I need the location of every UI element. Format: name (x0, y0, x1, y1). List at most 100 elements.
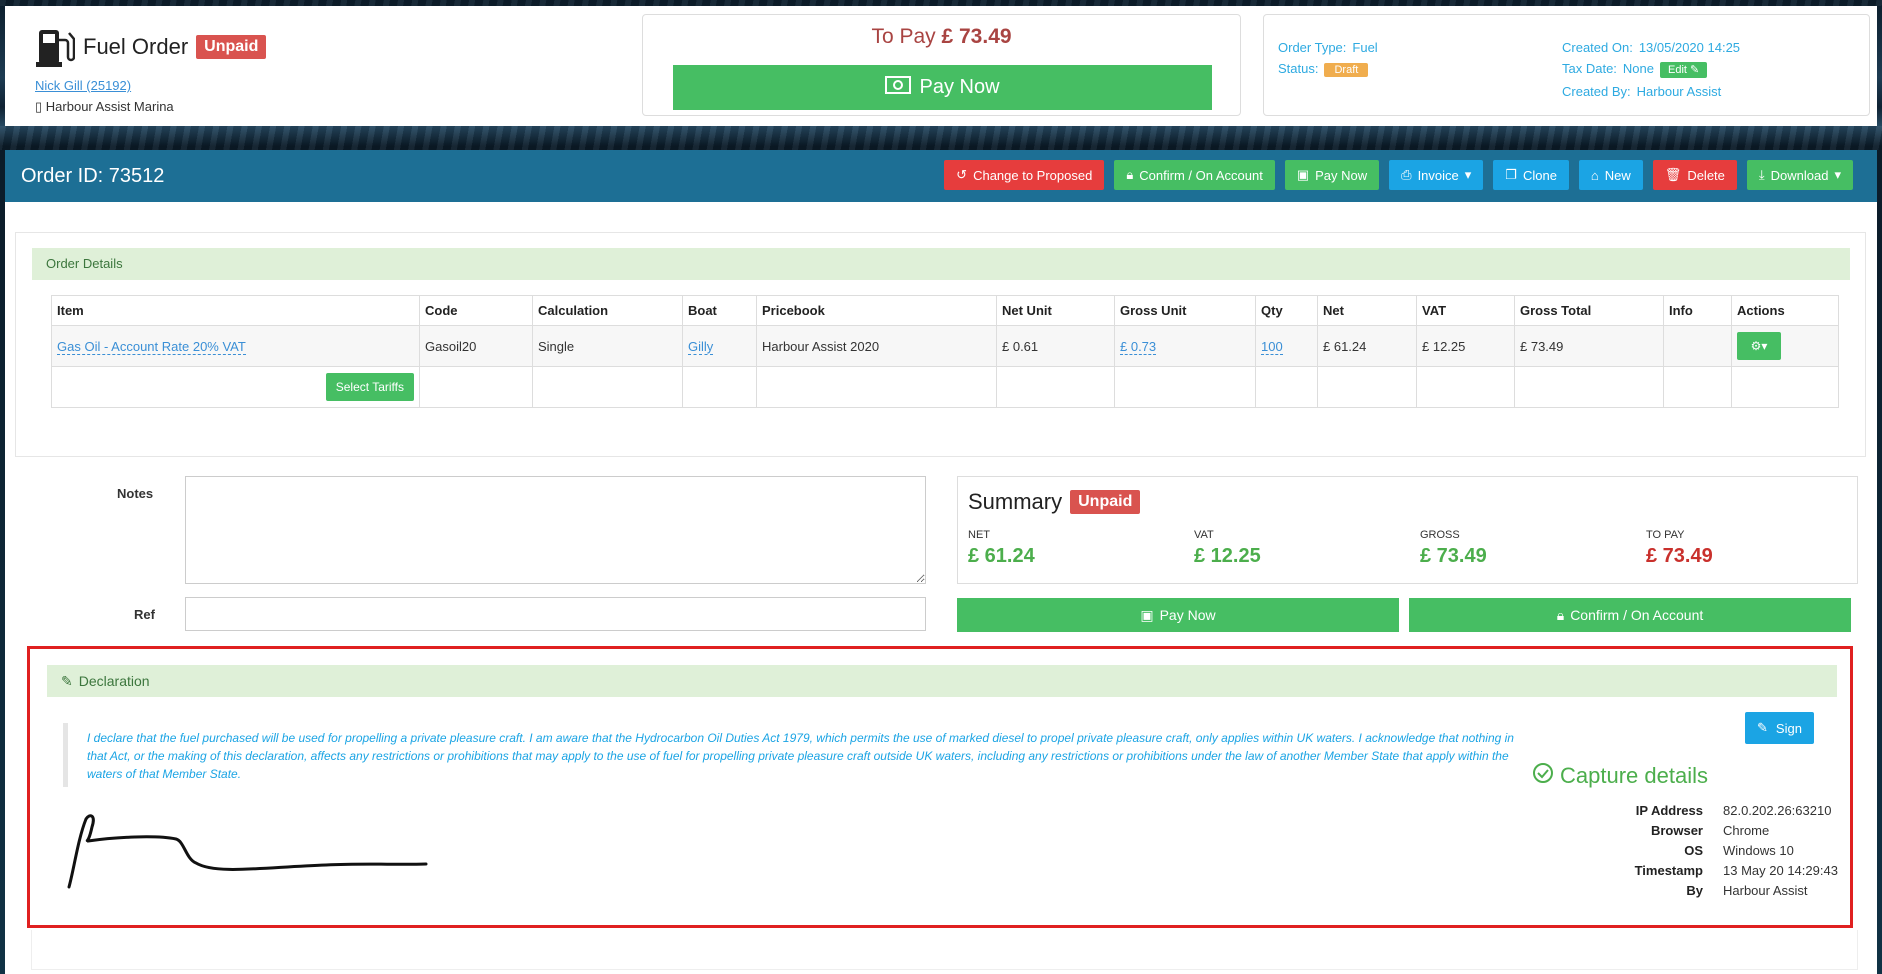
select-tariffs-button[interactable]: Select Tariffs (325, 373, 414, 401)
capture-key: Browser (1650, 823, 1703, 838)
pay-box: To Pay £ 73.49 Pay Now (642, 14, 1241, 116)
download-dropdown-button[interactable]: ⤓ Download ▾ (1746, 160, 1853, 190)
gross-value: £ 73.49 (1420, 545, 1487, 567)
toolbar-pay-now-button[interactable]: ▣ Pay Now (1284, 160, 1380, 190)
copy-icon: ❐ (1505, 167, 1517, 182)
edit-tax-date-button[interactable]: Edit ✎ (1660, 62, 1708, 78)
col-calculation: Calculation (532, 295, 683, 326)
cell-select-tariffs: Select Tariffs (51, 366, 420, 408)
building-icon: ▯ (35, 99, 43, 114)
order-details-panel: Order Details Item Code Calculation Boat… (15, 232, 1866, 457)
pay-now-button[interactable]: Pay Now (673, 65, 1212, 110)
summary-gross: GROSS £ 73.49 (1420, 529, 1487, 568)
lock-icon: 🔒︎ (1126, 167, 1134, 182)
capture-details-list: IP Address 82.0.202.26:63210 Browser Chrom… (1590, 801, 1843, 901)
order-lines-table: Item Code Calculation Boat Pricebook Net… (51, 295, 1839, 408)
declaration-panel: ✎ Declaration I declare that the fuel pu… (27, 646, 1853, 928)
clone-label: Clone (1522, 167, 1557, 183)
pay-label: Pay Now (1315, 167, 1368, 183)
change-to-proposed-button[interactable]: ↺ Change to Proposed (944, 160, 1105, 190)
col-net-unit: Net Unit (996, 295, 1115, 326)
order-info-box: Order Type: Fuel Status: Draft Created On:… (1263, 14, 1870, 116)
vat-label: VAT (1194, 529, 1214, 541)
tax-date-value: None (1622, 61, 1654, 76)
col-gross-unit: Gross Unit (1114, 295, 1256, 326)
location: ▯ Harbour Assist Marina (35, 99, 266, 115)
cell-net-unit: £ 0.61 (996, 325, 1115, 367)
delete-button[interactable]: 🗑︎ Delete (1652, 160, 1737, 190)
notes-textarea[interactable] (185, 476, 926, 584)
net-value: £ 61.24 (968, 545, 1035, 567)
capture-row: Timestamp 13 May 20 14:29:43 (1590, 861, 1843, 881)
cash-icon (885, 75, 912, 100)
item-link[interactable]: Gas Oil - Account Rate 20% VAT (57, 338, 246, 355)
summary-status-badge: Unpaid (1070, 490, 1141, 514)
capture-key: OS (1684, 843, 1703, 858)
sign-label: Sign (1775, 720, 1802, 736)
confirm-on-account-button[interactable]: 🔒︎ Confirm / On Account (1114, 160, 1275, 190)
change-label: Change to Proposed (973, 167, 1093, 183)
edit-icon: ✎ (1690, 64, 1700, 76)
order-details-heading: Order Details (32, 248, 1850, 280)
order-type-label: Order Type: (1278, 40, 1347, 55)
summary-net: NET £ 61.24 (968, 529, 1035, 568)
declaration-text: I declare that the fuel purchased will b… (63, 723, 1523, 787)
notes-label: Notes (117, 486, 154, 501)
main-content: Order Details Item Code Calculation Boat… (5, 202, 1877, 974)
caret-down-icon: ▾ (1464, 167, 1472, 182)
new-button[interactable]: ⌂ New (1578, 160, 1643, 190)
col-vat: VAT (1416, 295, 1515, 326)
qty-editable[interactable]: 100 (1261, 338, 1283, 355)
summary-confirm-label: Confirm / On Account (1570, 607, 1704, 623)
invoice-dropdown-button[interactable]: ⎙ Invoice ▾ (1389, 160, 1484, 190)
cell-boat: Gilly (682, 325, 757, 367)
clone-button[interactable]: ❐ Clone (1493, 160, 1569, 190)
cell-pricebook: Harbour Assist 2020 (756, 325, 997, 367)
status-label: Status: (1278, 61, 1319, 76)
bottom-panel (31, 930, 1858, 970)
capture-title: Capture details (1560, 763, 1708, 788)
capture-key: By (1686, 883, 1703, 898)
print-icon: ⎙ (1401, 167, 1412, 182)
download-icon: ⤓ (1758, 167, 1765, 182)
summary-vat: VAT £ 12.25 (1194, 529, 1261, 568)
row-actions-button[interactable]: ⚙▾ (1737, 332, 1781, 360)
capture-value: Chrome (1723, 823, 1770, 838)
page-title: Fuel Order (83, 34, 189, 59)
customer-link[interactable]: Nick Gill (25192) (35, 78, 266, 93)
cell-net: £ 61.24 (1317, 325, 1417, 367)
cell-calculation: Single (532, 325, 683, 367)
table-header-row: Item Code Calculation Boat Pricebook Net… (51, 295, 1839, 326)
to-pay-summary-label: TO PAY (1646, 529, 1685, 541)
order-toolbar: Order ID: 73512 ↺ Change to Proposed 🔒︎ Co… (5, 150, 1877, 202)
col-boat: Boat (682, 295, 757, 326)
table-row: Gas Oil - Account Rate 20% VAT Gasoil20 … (51, 325, 1839, 367)
new-label: New (1604, 167, 1631, 183)
order-brand: Fuel Order Unpaid Nick Gill (25192) ▯ Ha… (35, 26, 267, 115)
summary-pay-now-button[interactable]: ▣ Pay Now (957, 598, 1399, 632)
ref-input[interactable] (185, 597, 926, 631)
caret-down-icon: ▾ (1834, 167, 1841, 182)
to-pay-summary-value: £ 73.49 (1646, 545, 1713, 567)
sign-button[interactable]: ✎ Sign (1745, 712, 1814, 744)
summary-to-pay: TO PAY £ 73.49 (1646, 529, 1713, 568)
confirm-label: Confirm / On Account (1139, 167, 1263, 183)
capture-value: Harbour Assist (1723, 883, 1808, 898)
status-badge: Unpaid (196, 35, 267, 59)
capture-value: 13 May 20 14:29:43 (1723, 863, 1838, 878)
to-pay-amount: £ 73.49 (941, 25, 1012, 48)
summary-confirm-button[interactable]: 🔒︎ Confirm / On Account (1409, 598, 1851, 632)
col-gross-total: Gross Total (1514, 295, 1664, 326)
boat-link[interactable]: Gilly (688, 338, 714, 355)
delete-label: Delete (1687, 167, 1725, 183)
order-type-value: Fuel (1352, 40, 1378, 55)
created-by-label: Created By: (1562, 84, 1631, 99)
invoice-label: Invoice (1417, 167, 1459, 183)
top-header: Fuel Order Unpaid Nick Gill (25192) ▯ Ha… (5, 6, 1877, 126)
lock-icon: 🔒︎ (1556, 606, 1565, 623)
gross-unit-editable[interactable]: £ 0.73 (1120, 338, 1157, 355)
col-actions: Actions (1731, 295, 1839, 326)
col-code: Code (419, 295, 533, 326)
check-circle-icon (1532, 762, 1554, 790)
to-pay-text: To Pay £ 73.49 (643, 25, 1240, 49)
